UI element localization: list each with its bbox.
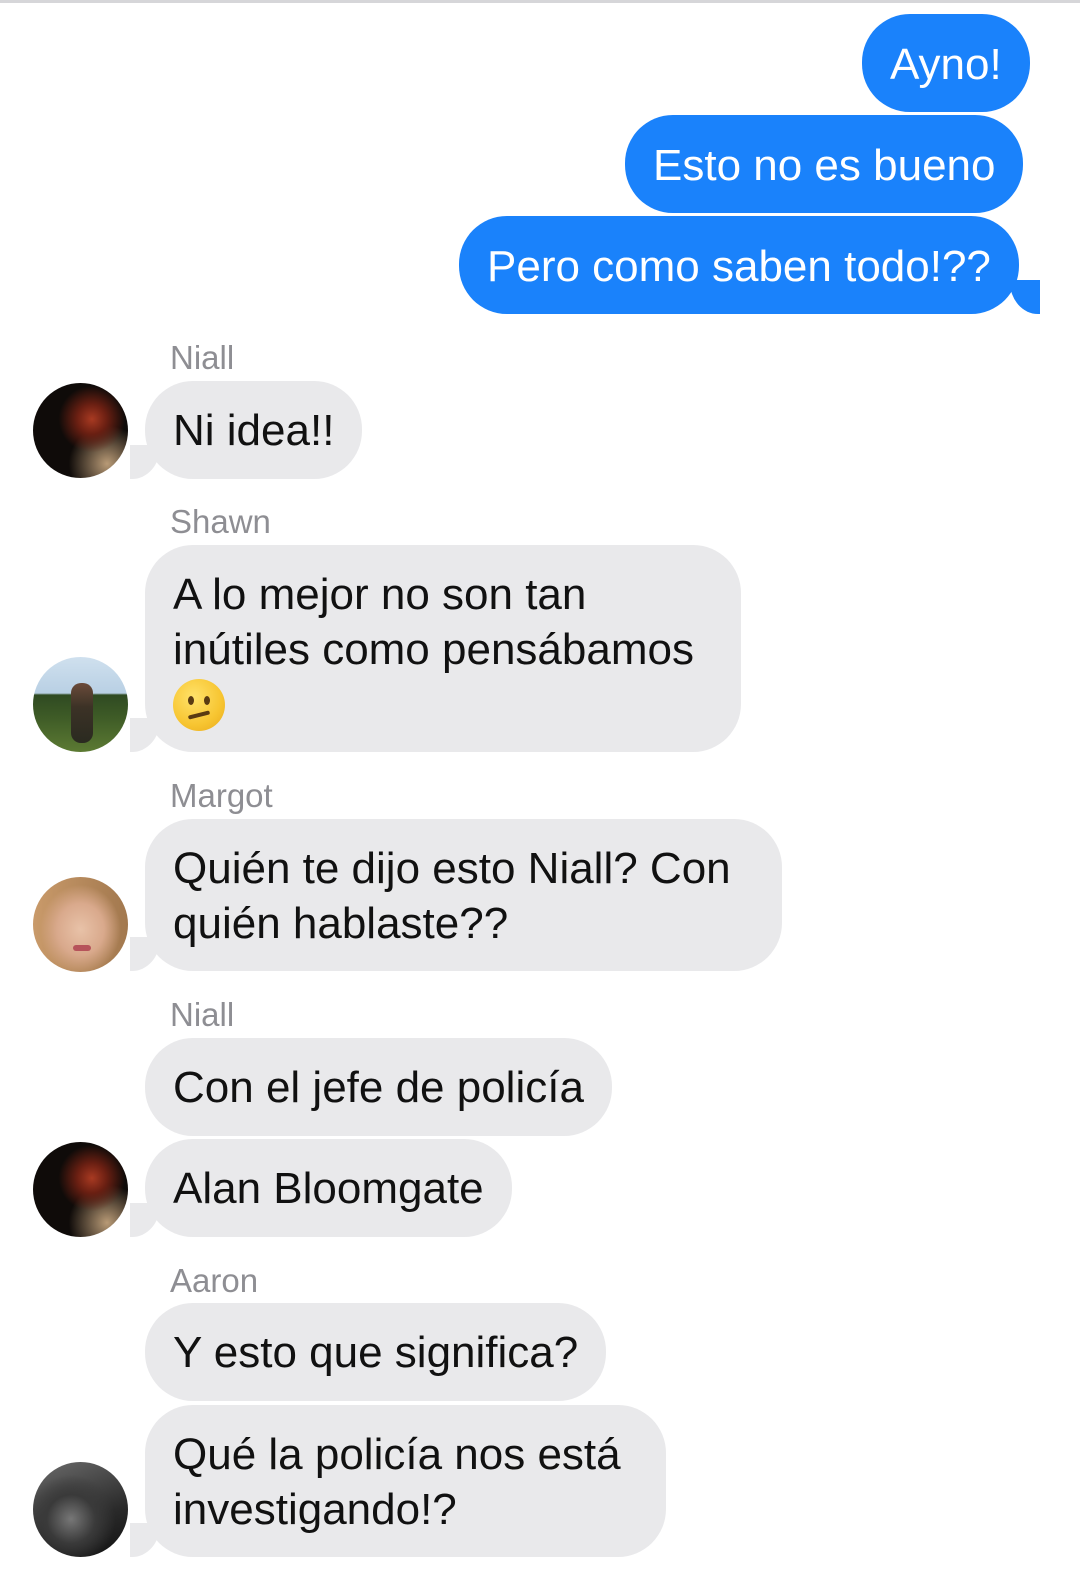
incoming-message[interactable]: Alan Bloomgate <box>145 1139 512 1237</box>
message-text: Con el jefe de policía <box>173 1063 584 1112</box>
message-text-line: inútiles como pensábamos <box>173 625 694 674</box>
message-text: Ni idea!! <box>173 406 335 455</box>
avatar-shawn[interactable] <box>33 657 128 752</box>
outgoing-message[interactable]: Esto no es bueno <box>625 115 1024 213</box>
incoming-message[interactable]: Ni idea!! <box>145 381 363 479</box>
avatar-niall[interactable] <box>33 383 128 478</box>
incoming-message[interactable]: Quién te dijo esto Niall? Con quién habl… <box>145 819 782 971</box>
confused-face-emoji-icon <box>173 679 225 731</box>
message-text: Ayno! <box>890 40 1002 89</box>
sender-name: Margot <box>170 777 273 814</box>
incoming-message[interactable]: Con el jefe de policía <box>145 1038 612 1136</box>
message-text: Y esto que significa? <box>173 1328 579 1377</box>
incoming-message[interactable]: Qué la policía nos está investigando!? <box>145 1405 666 1557</box>
sender-name: Aaron <box>170 1262 259 1299</box>
avatar-niall[interactable] <box>33 1142 128 1237</box>
message-text: Pero como saben todo!?? <box>487 242 991 291</box>
incoming-message[interactable]: A lo mejor no son tan inútiles como pens… <box>145 545 741 752</box>
message-text: Esto no es bueno <box>653 141 996 190</box>
message-text-line: Qué la policía nos está <box>173 1430 621 1479</box>
avatar-margot[interactable] <box>33 877 128 972</box>
sender-name: Niall <box>170 996 235 1033</box>
outgoing-message[interactable]: Pero como saben todo!?? <box>459 216 1019 314</box>
sender-name: Niall <box>170 339 235 376</box>
message-text: Alan Bloomgate <box>173 1164 484 1213</box>
outgoing-message[interactable]: Ayno! <box>862 14 1030 112</box>
message-text-line: investigando!? <box>173 1485 457 1534</box>
message-text-line: A lo mejor no son tan <box>173 570 587 619</box>
message-text-line: quién hablaste?? <box>173 899 509 948</box>
incoming-message[interactable]: Y esto que significa? <box>145 1303 607 1401</box>
top-divider <box>0 0 1080 3</box>
chat-thread: Ayno! Esto no es bueno Pero como saben t… <box>0 0 1080 1589</box>
message-text-line: Quién te dijo esto Niall? Con <box>173 844 731 893</box>
avatar-aaron[interactable] <box>33 1462 128 1557</box>
sender-name: Shawn <box>170 503 271 540</box>
